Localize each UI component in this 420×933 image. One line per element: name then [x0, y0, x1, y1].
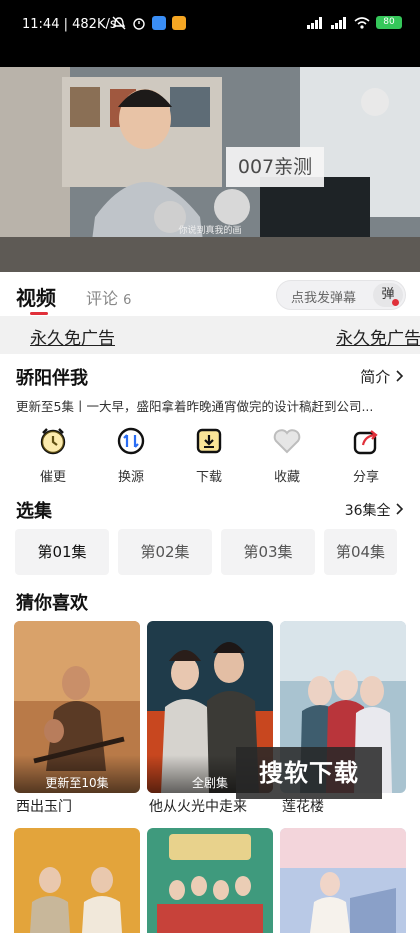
intro-button[interactable]: 简介 [360, 366, 404, 387]
danmaku-status-dot [392, 299, 399, 306]
download-label: 下载 [195, 470, 222, 485]
video-subtitle: 你说到真我的画 [178, 226, 242, 236]
mute-bell-icon [112, 16, 126, 30]
share-icon [353, 430, 378, 455]
alarm-icon [133, 18, 145, 30]
watermark: 搜软下载 [236, 747, 382, 799]
poster-card[interactable] [14, 828, 140, 933]
app-notification-icon-2 [172, 16, 186, 30]
favorite-label: 收藏 [273, 470, 300, 485]
battery-icon: 80 [376, 16, 402, 29]
episode-item[interactable]: 第01集 [15, 529, 109, 575]
poster-card[interactable] [147, 828, 273, 933]
heart-icon [273, 429, 301, 454]
episode-list: 第01集 第02集 第03集 第04集 [15, 529, 397, 575]
episode-count-label: 36集全 [344, 503, 391, 519]
poster-title[interactable]: 他从火光中走来 [149, 796, 247, 816]
urge-update-button[interactable]: 催更 [23, 424, 83, 485]
favorite-button[interactable]: 收藏 [257, 424, 317, 485]
chevron-right-icon [396, 503, 404, 515]
status-time: 11:44 | 482K/s [22, 17, 117, 32]
urge-update-label: 催更 [39, 470, 66, 485]
danmaku-placeholder: 点我发弹幕 [291, 291, 357, 306]
status-icons-right: 80 [306, 16, 402, 29]
show-description: 更新至5集丨一大早，盛阳拿着昨晚通宵做完的设计稿赶到公司... [16, 399, 374, 414]
chevron-right-icon [396, 370, 404, 382]
video-player[interactable]: 007亲测 你说到真我的画 [0, 50, 420, 272]
signal-icon-2 [331, 16, 346, 29]
episode-item[interactable]: 第04集 [324, 529, 397, 575]
poster-image [147, 828, 273, 933]
episode-item[interactable]: 第03集 [221, 529, 315, 575]
ad-link-right[interactable]: 永久免广告 [336, 324, 420, 349]
show-title: 骄阳伴我 [16, 368, 88, 389]
signal-icon [307, 16, 322, 29]
danmaku-input[interactable]: 点我发弹幕 弹 [276, 280, 406, 310]
share-label: 分享 [352, 470, 379, 485]
poster-image [14, 828, 140, 933]
switch-source-label: 换源 [117, 470, 144, 485]
detail-tabs: 视频 评论 6 点我发弹幕 弹 [0, 272, 420, 316]
alarm-clock-icon [40, 428, 66, 455]
poster-badge: 更新至10集 [45, 776, 109, 790]
tab-active-indicator [30, 312, 48, 315]
app-notification-icon [152, 16, 166, 30]
video-overlay-text: 007亲测 [226, 147, 324, 187]
ad-link-left[interactable]: 永久免广告 [30, 324, 115, 349]
net-speed: 482K/s [72, 17, 117, 32]
status-icons-left [112, 16, 186, 30]
tab-video[interactable]: 视频 [16, 282, 56, 311]
all-episodes-button[interactable]: 36集全 [345, 500, 404, 520]
poster-card[interactable]: 更新至10集 [14, 621, 140, 793]
poster-image [280, 828, 406, 933]
download-icon [196, 428, 222, 454]
poster-title[interactable]: 西出玉门 [16, 796, 72, 816]
switch-source-button[interactable]: 换源 [101, 424, 161, 485]
download-button[interactable]: 下载 [179, 424, 239, 485]
ad-banner[interactable]: 永久免广告 永久免广告 [0, 316, 420, 354]
intro-label: 简介 [360, 368, 391, 386]
clock-text: 11:44 [22, 17, 60, 32]
episodes-title: 选集 [16, 501, 52, 522]
tab-comments-label: 评论 [86, 289, 119, 308]
comment-count: 6 [123, 293, 132, 308]
poster-title[interactable]: 莲花楼 [282, 796, 324, 816]
tab-comments[interactable]: 评论 6 [86, 285, 131, 309]
wifi-icon [354, 16, 370, 29]
switch-source-icon [117, 427, 145, 455]
status-bar: 11:44 | 482K/s 80 [0, 0, 420, 50]
battery-level: 80 [383, 17, 395, 27]
poster-card[interactable] [280, 828, 406, 933]
action-bar: 催更 换源 下载 收藏 分享 [0, 424, 420, 486]
episode-item[interactable]: 第02集 [118, 529, 212, 575]
share-button[interactable]: 分享 [336, 424, 396, 485]
video-frame-image [0, 67, 420, 272]
recommend-title: 猜你喜欢 [16, 593, 88, 614]
